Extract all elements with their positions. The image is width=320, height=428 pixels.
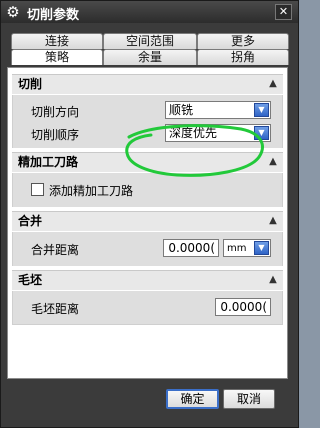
section-finish-header[interactable]: 精加工刀路 ▲ (12, 152, 283, 172)
section-cutting-body: 切削方向 顺铣 ▼ 切削顺序 深度优先 ▼ (12, 95, 283, 148)
section-finish-body: 添加精加工刀路 (12, 173, 283, 207)
section-blank-header[interactable]: 毛坯 ▲ (12, 270, 283, 290)
section-merge-header[interactable]: 合并 ▲ (12, 211, 283, 231)
merge-distance-input[interactable]: 0.0000( (163, 239, 219, 257)
cutting-params-dialog: ⚙ 切削参数 ✕ 连接 空间范围 更多 策略 余量 拐角 切削 ▲ 切削方向 顺… (0, 0, 299, 428)
gear-icon: ⚙ (6, 3, 20, 21)
collapse-icon[interactable]: ▲ (265, 77, 281, 91)
tab-corner[interactable]: 拐角 (197, 49, 289, 65)
close-button[interactable]: ✕ (275, 4, 292, 20)
chevron-down-icon[interactable]: ▼ (254, 241, 269, 255)
cut-order-select[interactable]: 深度优先 ▼ (165, 124, 271, 142)
tab-spatial-range[interactable]: 空间范围 (103, 33, 197, 49)
tab-bar: 连接 空间范围 更多 策略 余量 拐角 (7, 29, 294, 69)
cut-direction-select[interactable]: 顺铣 ▼ (165, 101, 271, 119)
tab-more[interactable]: 更多 (197, 33, 289, 49)
ok-button[interactable]: 确定 (166, 389, 219, 409)
tab-connect[interactable]: 连接 (11, 33, 103, 49)
cut-direction-value: 顺铣 (169, 103, 194, 117)
cut-direction-label: 切削方向 (31, 105, 80, 119)
tab-stock[interactable]: 余量 (103, 49, 197, 65)
section-finish-title: 精加工刀路 (18, 155, 79, 169)
collapse-icon[interactable]: ▲ (265, 273, 281, 287)
merge-distance-label: 合并距离 (31, 243, 80, 257)
merge-unit-select[interactable]: mm ▼ (223, 239, 271, 257)
section-blank-body: 毛坯距离 0.0000( (12, 291, 283, 325)
collapse-icon[interactable]: ▲ (265, 155, 281, 169)
add-finish-checkbox[interactable] (31, 183, 44, 196)
tab-strategy[interactable]: 策略 (11, 49, 103, 65)
collapse-icon[interactable]: ▲ (265, 214, 281, 228)
section-merge-body: 合并距离 0.0000( mm ▼ (12, 232, 283, 266)
blank-distance-label: 毛坯距离 (31, 302, 80, 316)
add-finish-label[interactable]: 添加精加工刀路 (49, 182, 133, 199)
chevron-down-icon[interactable]: ▼ (254, 126, 269, 140)
cancel-button[interactable]: 取消 (223, 389, 275, 409)
section-cutting-header[interactable]: 切削 ▲ (12, 74, 283, 94)
section-merge-title: 合并 (18, 214, 43, 228)
strategy-panel: 切削 ▲ 切削方向 顺铣 ▼ 切削顺序 深度优先 ▼ 精加工刀路 ▲ 添加精加工… (7, 67, 288, 379)
dialog-title: 切削参数 (27, 8, 80, 23)
title-bar[interactable]: ⚙ 切削参数 ✕ (1, 1, 298, 23)
blank-distance-input[interactable]: 0.0000( (215, 298, 271, 316)
merge-unit-value: mm (227, 243, 247, 254)
cut-order-value: 深度优先 (169, 126, 218, 140)
section-cutting-title: 切削 (18, 77, 43, 91)
section-blank-title: 毛坯 (18, 273, 43, 287)
cut-order-label: 切削顺序 (31, 128, 80, 142)
chevron-down-icon[interactable]: ▼ (254, 103, 269, 117)
